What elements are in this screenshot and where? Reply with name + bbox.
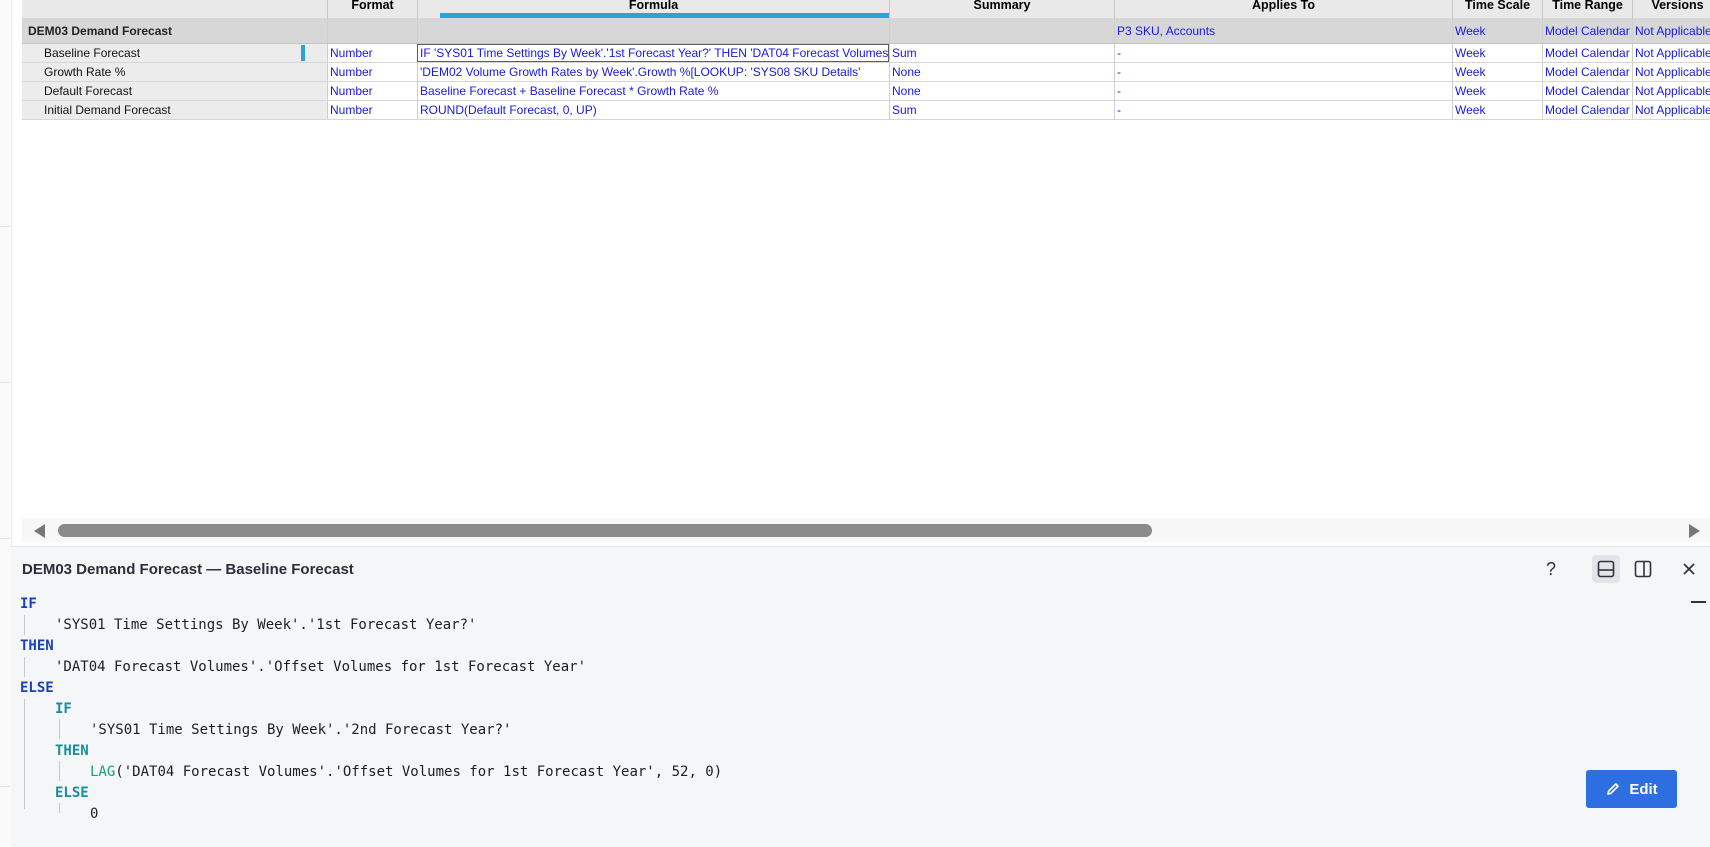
row-applies-to[interactable]: - [1114, 101, 1452, 119]
indent-guide [59, 803, 60, 813]
group-format[interactable] [327, 18, 417, 43]
row-selection-marker [301, 45, 305, 61]
group-time-range[interactable]: Model Calendar [1542, 18, 1632, 43]
code-keyword-else: ELSE [20, 680, 54, 696]
code-function-args: ('DAT04 Forecast Volumes'.'Offset Volume… [115, 764, 723, 780]
scrollbar-thumb[interactable] [58, 524, 1152, 537]
help-label: ? [1545, 558, 1556, 579]
scroll-left-arrow-icon[interactable] [34, 524, 45, 538]
row-time-range[interactable]: Model Calendar [1542, 63, 1632, 81]
close-icon[interactable] [1675, 555, 1703, 583]
row-summary[interactable]: None [889, 63, 1114, 81]
code-keyword-then: THEN [20, 638, 54, 654]
header-name[interactable] [22, 0, 327, 18]
row-applies-to[interactable]: - [1114, 63, 1452, 81]
formula-code-view[interactable]: IF 'SYS01 Time Settings By Week'.'1st Fo… [11, 591, 1691, 847]
code-nested-then: THEN [55, 743, 89, 759]
group-versions[interactable]: Not Applicable [1632, 18, 1710, 43]
indent-guide [24, 615, 25, 635]
left-divider [0, 538, 10, 539]
left-divider [0, 226, 10, 227]
group-applies-to[interactable]: P3 SKU, Accounts [1114, 18, 1452, 43]
header-versions[interactable]: Versions [1632, 0, 1710, 18]
indent-guide [59, 761, 60, 781]
row-format[interactable]: Number [327, 44, 417, 62]
code-then-value: 'DAT04 Forecast Volumes'.'Offset Volumes… [55, 659, 587, 675]
left-divider [0, 382, 10, 383]
group-formula[interactable] [417, 18, 889, 43]
row-time-scale[interactable]: Week [1452, 82, 1542, 100]
code-condition: 'SYS01 Time Settings By Week'.'1st Forec… [55, 617, 477, 633]
help-icon[interactable]: ? [1537, 555, 1565, 583]
dock-side-icon[interactable] [1629, 555, 1657, 583]
vertical-scroll-indicator[interactable] [1691, 601, 1706, 603]
row-format[interactable]: Number [327, 63, 417, 81]
code-function-lag: LAG [90, 764, 116, 780]
row-applies-to[interactable]: - [1114, 44, 1452, 62]
code-nested-if: IF [55, 701, 72, 717]
code-keyword-if: IF [20, 596, 37, 612]
row-formula[interactable]: 'DEM02 Volume Growth Rates by Week'.Grow… [417, 63, 889, 81]
row-time-range[interactable]: Model Calendar [1542, 82, 1632, 100]
row-summary[interactable]: None [889, 82, 1114, 100]
row-time-range[interactable]: Model Calendar [1542, 101, 1632, 119]
code-nested-condition: 'SYS01 Time Settings By Week'.'2nd Forec… [90, 722, 512, 738]
row-format[interactable]: Number [327, 82, 417, 100]
row-applies-to[interactable]: - [1114, 82, 1452, 100]
row-versions[interactable]: Not Applicable [1632, 82, 1710, 100]
edit-button[interactable]: Edit [1586, 770, 1677, 808]
table-row[interactable]: Baseline Forecast Number IF 'SYS01 Time … [22, 44, 1710, 63]
scroll-right-arrow-icon[interactable] [1689, 524, 1700, 538]
row-time-range[interactable]: Model Calendar [1542, 44, 1632, 62]
row-name[interactable]: Default Forecast [22, 82, 327, 100]
module-group-row[interactable]: DEM03 Demand Forecast P3 SKU, Accounts W… [22, 18, 1710, 44]
indent-guide [24, 657, 25, 677]
code-nested-then-value: LAG('DAT04 Forecast Volumes'.'Offset Vol… [90, 762, 722, 783]
formula-panel: DEM03 Demand Forecast — Baseline Forecas… [11, 546, 1710, 847]
table-row[interactable]: Default Forecast Number Baseline Forecas… [22, 82, 1710, 101]
row-summary[interactable]: Sum [889, 44, 1114, 62]
indent-guide [24, 699, 25, 809]
left-divider [0, 786, 10, 787]
row-name[interactable]: Baseline Forecast [22, 44, 327, 62]
indent-guide [59, 719, 60, 739]
code-nested-else: ELSE [55, 785, 89, 801]
row-time-scale[interactable]: Week [1452, 63, 1542, 81]
header-format[interactable]: Format [327, 0, 417, 18]
header-time-scale[interactable]: Time Scale [1452, 0, 1542, 18]
dock-bottom-icon[interactable] [1592, 555, 1620, 583]
code-nested-else-value: 0 [90, 806, 99, 822]
row-name[interactable]: Growth Rate % [22, 63, 327, 81]
row-versions[interactable]: Not Applicable [1632, 101, 1710, 119]
group-name[interactable]: DEM03 Demand Forecast [22, 18, 327, 43]
table-row[interactable]: Initial Demand Forecast Number ROUND(Def… [22, 101, 1710, 120]
panel-title: DEM03 Demand Forecast — Baseline Forecas… [22, 561, 354, 578]
header-applies-to[interactable]: Applies To [1114, 0, 1452, 18]
row-time-scale[interactable]: Week [1452, 101, 1542, 119]
row-formula[interactable]: IF 'SYS01 Time Settings By Week'.'1st Fo… [417, 44, 889, 62]
row-formula[interactable]: ROUND(Default Forecast, 0, UP) [417, 101, 889, 119]
row-versions[interactable]: Not Applicable [1632, 63, 1710, 81]
header-summary[interactable]: Summary [889, 0, 1114, 18]
row-name[interactable]: Initial Demand Forecast [22, 101, 327, 119]
pencil-icon [1607, 783, 1620, 795]
row-formula[interactable]: Baseline Forecast + Baseline Forecast * … [417, 82, 889, 100]
group-summary[interactable] [889, 18, 1114, 43]
group-time-scale[interactable]: Week [1452, 18, 1542, 43]
row-summary[interactable]: Sum [889, 101, 1114, 119]
horizontal-scrollbar[interactable] [22, 518, 1710, 542]
header-time-range[interactable]: Time Range [1542, 0, 1632, 18]
edit-label: Edit [1629, 780, 1658, 798]
row-time-scale[interactable]: Week [1452, 44, 1542, 62]
row-format[interactable]: Number [327, 101, 417, 119]
table-row[interactable]: Growth Rate % Number 'DEM02 Volume Growt… [22, 63, 1710, 82]
row-versions[interactable]: Not Applicable [1632, 44, 1710, 62]
